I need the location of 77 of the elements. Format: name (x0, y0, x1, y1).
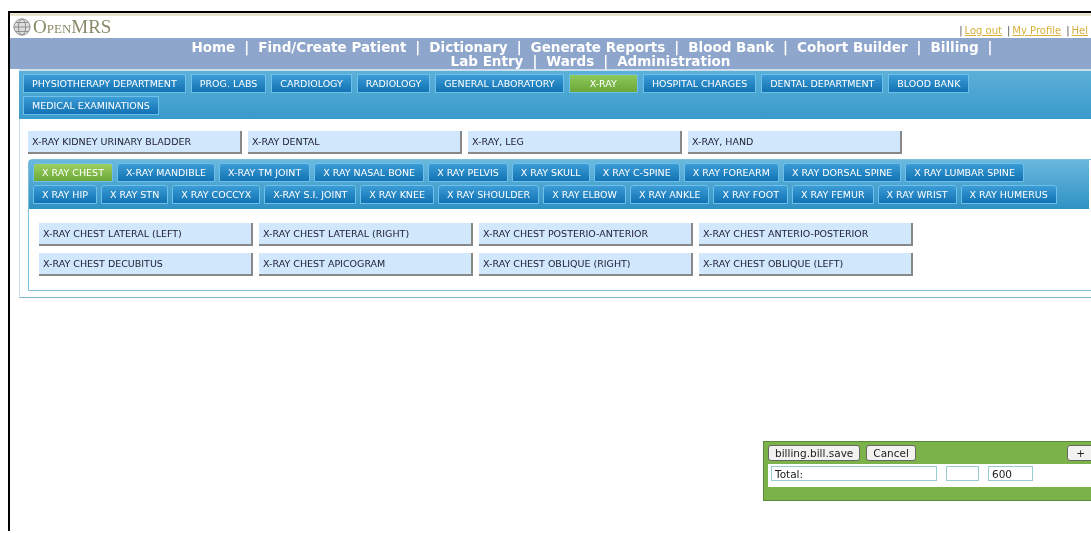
test-button[interactable]: X-RAY CHEST OBLIQUE (LEFT) (699, 253, 913, 276)
department-tab[interactable]: X-RAY (568, 74, 638, 93)
separator-text: | (531, 54, 539, 68)
body-part-tab[interactable]: X RAY SKULL (511, 163, 590, 182)
body-part-tab[interactable]: X-RAY S.I. JOINT (264, 185, 357, 204)
header-link[interactable]: Log out (964, 24, 1002, 36)
test-button[interactable]: X-RAY CHEST ANTERIO-POSTERIOR (699, 223, 913, 246)
nav-link[interactable]: Dictionary (423, 40, 514, 54)
test-button[interactable]: X-RAY CHEST OBLIQUE (RIGHT) (479, 253, 693, 276)
separator-text: | (959, 24, 963, 36)
body-part-tab[interactable]: X RAY CHEST (33, 163, 113, 182)
body-part-tab[interactable]: X RAY DORSAL SPINE (782, 163, 902, 182)
department-tab[interactable]: DENTAL DEPARTMENT (761, 74, 884, 93)
total-label: Total: (771, 466, 937, 481)
nav-link[interactable]: Lab Entry (444, 54, 530, 68)
department-tab[interactable]: BLOOD BANK (888, 74, 970, 93)
add-button[interactable]: + (1067, 445, 1091, 461)
body-part-tab[interactable]: X RAY FEMUR (792, 185, 874, 204)
body-part-tab[interactable]: X RAY HIP (33, 185, 97, 204)
separator-text: | (1066, 24, 1070, 36)
nav-link[interactable]: Generate Reports (524, 40, 672, 54)
body-part-tab[interactable]: X RAY C-SPINE (593, 163, 680, 182)
body-part-tab[interactable]: X RAY NASAL BONE (314, 163, 425, 182)
nav-link[interactable]: Billing (924, 40, 985, 54)
separator-text: | (782, 40, 790, 54)
department-tab[interactable]: RADIOLOGY (356, 74, 431, 93)
department-tab[interactable]: HOSPITAL CHARGES (642, 74, 757, 93)
test-button[interactable]: X-RAY CHEST DECUBITUS (39, 253, 253, 276)
separator-text: | (414, 40, 422, 54)
body-part-tab[interactable]: X RAY ANKLE (630, 185, 710, 204)
body-part-tab[interactable]: X RAY FOOT (713, 185, 789, 204)
nav-link[interactable]: Cohort Builder (791, 40, 914, 54)
department-tab[interactable]: CARDIOLOGY (271, 74, 352, 93)
separator-text: | (1006, 24, 1011, 36)
test-button[interactable]: X-RAY CHEST LATERAL (RIGHT) (259, 223, 473, 246)
test-button[interactable]: X-RAY CHEST LATERAL (LEFT) (39, 223, 253, 246)
body-part-tab[interactable]: X RAY SHOULDER (438, 185, 540, 204)
department-tab[interactable]: PROG. LABS (190, 74, 267, 93)
nav-link[interactable]: Administration (611, 54, 737, 68)
test-button[interactable]: X-RAY CHEST POSTERIO-ANTERIOR (479, 223, 693, 246)
body-part-tab[interactable]: X RAY STN (101, 185, 169, 204)
service-button[interactable]: X-RAY KIDNEY URINARY BLADDER (28, 131, 242, 154)
nav-link[interactable]: Wards (540, 54, 601, 68)
separator-text: | (243, 40, 251, 54)
body-part-tab[interactable]: X RAY HUMERUS (960, 185, 1057, 204)
separator-text: | (915, 40, 923, 54)
body-part-tab[interactable]: X RAY FOREARM (683, 163, 779, 182)
service-button[interactable]: X-RAY DENTAL (248, 131, 462, 154)
nav-link[interactable]: Find/Create Patient (252, 40, 413, 54)
body-part-tab[interactable]: X RAY KNEE (360, 185, 434, 204)
separator-text: | (516, 40, 522, 54)
globe-icon (13, 18, 31, 36)
total-field[interactable]: 600 (988, 466, 1033, 481)
service-button[interactable]: X-RAY, HAND (688, 131, 902, 154)
test-button[interactable]: X-RAY CHEST APICOGRAM (259, 253, 473, 276)
body-part-tab[interactable]: X RAY WRIST (877, 185, 957, 204)
department-tab[interactable]: GENERAL LABORATORY (435, 74, 564, 93)
body-part-tab[interactable]: X RAY ELBOW (543, 185, 626, 204)
body-part-tab[interactable]: X RAY PELVIS (428, 163, 508, 182)
separator-text: | (986, 40, 994, 54)
body-part-tab[interactable]: X-RAY TM JOINT (218, 163, 311, 182)
nav-link[interactable]: Home (185, 40, 242, 54)
department-tab[interactable]: MEDICAL EXAMINATIONS (23, 96, 159, 115)
service-button[interactable]: X-RAY, LEG (468, 131, 682, 154)
logo-text: OpenMRS (33, 17, 112, 37)
input-field[interactable] (946, 466, 979, 481)
bill-button[interactable]: billing.bill.save (768, 445, 861, 461)
separator-text: | (674, 40, 680, 54)
body-part-tab[interactable]: X-RAY MANDIBLE (116, 163, 215, 182)
bill-button[interactable]: Cancel (866, 445, 916, 461)
header-link[interactable]: Hel (1071, 24, 1088, 36)
body-part-tab[interactable]: X RAY COCCYX (172, 185, 261, 204)
header-link[interactable]: My Profile (1012, 24, 1062, 36)
nav-link[interactable]: Blood Bank (682, 40, 781, 54)
department-tab[interactable]: PHYSIOTHERAPY DEPARTMENT (23, 74, 186, 93)
separator-text: | (602, 54, 609, 68)
body-part-tab[interactable]: X RAY LUMBAR SPINE (905, 163, 1024, 182)
